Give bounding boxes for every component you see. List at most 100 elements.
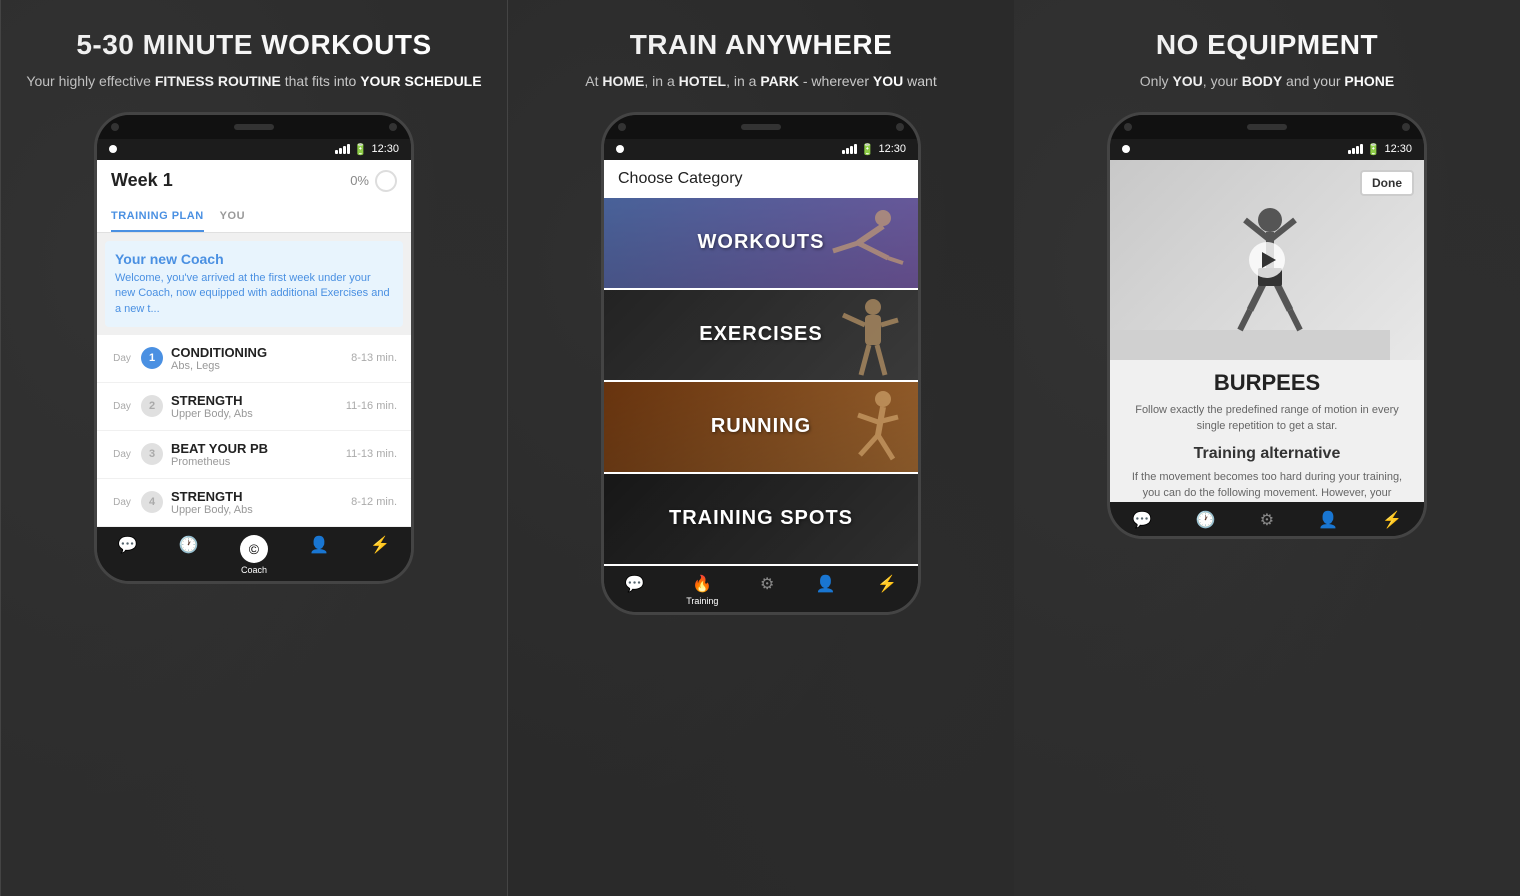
category-training-spots-label: TRAINING SPOTS <box>669 507 853 530</box>
category-exercises-label: EXERCISES <box>699 323 822 346</box>
workout-info-1: CONDITIONING Abs, Legs <box>171 345 343 372</box>
running-athlete-icon <box>838 387 908 472</box>
phone3-bottom-nav: 💬 🕐 ⚙ 👤 ⚡ <box>1110 502 1424 536</box>
nav2-lightning[interactable]: ⚡ <box>877 574 897 606</box>
phone-1: 🔋 12:30 Week 1 0% TRAINING PLAN YOU Your… <box>94 112 414 584</box>
chat-icon-3: 💬 <box>1132 510 1152 530</box>
choose-category-header: Choose Category <box>604 160 918 198</box>
phone3-top <box>1110 115 1424 139</box>
status-dot <box>109 145 117 153</box>
exercise-name: BURPEES <box>1110 360 1424 402</box>
nav-training-label: Training <box>686 596 718 606</box>
play-triangle-icon <box>1262 252 1276 268</box>
nav2-profile[interactable]: 👤 <box>816 574 836 606</box>
profile-icon: 👤 <box>309 535 329 555</box>
day-label-4: Day <box>111 497 133 508</box>
progress-text: 0% <box>350 173 369 188</box>
workouts-athlete-icon <box>828 203 908 288</box>
panel1-subtitle: Your highly effective FITNESS ROUTINE th… <box>26 71 481 92</box>
workout-name-2: STRENGTH <box>171 393 338 408</box>
sensor-3 <box>1402 123 1410 131</box>
panel2-subtitle: At HOME, in a HOTEL, in a PARK - whereve… <box>585 71 936 92</box>
status-right-2: 🔋 12:30 <box>842 143 906 156</box>
speaker-3 <box>1247 124 1287 130</box>
category-exercises[interactable]: EXERCISES <box>604 290 918 380</box>
camera-icon-3 <box>1124 123 1132 131</box>
nav3-lightning[interactable]: ⚡ <box>1382 510 1402 530</box>
phone3-screen: Done BURPEES Follow exactly the predefin… <box>1110 160 1424 502</box>
done-button[interactable]: Done <box>1360 170 1414 196</box>
workout-type-1: Abs, Legs <box>171 360 343 372</box>
nav2-training[interactable]: 🔥 Training <box>686 574 718 606</box>
time-display-2: 12:30 <box>878 143 906 155</box>
chat-icon-2: 💬 <box>625 574 645 594</box>
panel-train-anywhere: TRAIN ANYWHERE At HOME, in a HOTEL, in a… <box>508 0 1014 896</box>
nav3-history[interactable]: 🕐 <box>1196 510 1216 530</box>
battery-icon: 🔋 <box>354 143 368 156</box>
nav2-settings[interactable]: ⚙ <box>760 574 774 606</box>
day-label-2: Day <box>111 401 133 412</box>
category-running[interactable]: RUNNING <box>604 382 918 472</box>
time-display: 12:30 <box>371 143 399 155</box>
workout-item-2[interactable]: Day 2 STRENGTH Upper Body, Abs 11-16 min… <box>97 383 411 431</box>
workout-name-1: CONDITIONING <box>171 345 343 360</box>
nav-lightning[interactable]: ⚡ <box>370 535 390 575</box>
category-workouts[interactable]: WORKOUTS <box>604 198 918 288</box>
phone1-bottom-nav: 💬 🕐 © Coach 👤 ⚡ <box>97 527 411 581</box>
workout-name-3: BEAT YOUR PB <box>171 441 338 456</box>
panel-workouts: 5-30 MINUTE WORKOUTS Your highly effecti… <box>0 0 508 896</box>
tab-you[interactable]: YOU <box>220 202 245 232</box>
phone-3: 🔋 12:30 <box>1107 112 1427 539</box>
panel-no-equipment: NO EQUIPMENT Only YOU, your BODY and you… <box>1014 0 1520 896</box>
lightning-icon: ⚡ <box>370 535 390 555</box>
nav2-chat[interactable]: 💬 <box>625 574 645 606</box>
phone1-status-bar: 🔋 12:30 <box>97 139 411 160</box>
phone3-status-bar: 🔋 12:30 <box>1110 139 1424 160</box>
nav3-chat[interactable]: 💬 <box>1132 510 1152 530</box>
phone1-header: Week 1 0% <box>97 160 411 202</box>
phone2-screen: Choose Category WORKOUTS <box>604 160 918 566</box>
category-workouts-label: WORKOUTS <box>698 231 825 254</box>
workout-info-4: STRENGTH Upper Body, Abs <box>171 489 343 516</box>
status-dot-2 <box>616 145 624 153</box>
workout-duration-1: 8-13 min. <box>351 352 397 364</box>
nav3-settings[interactable]: ⚙ <box>1260 510 1274 530</box>
workout-type-4: Upper Body, Abs <box>171 504 343 516</box>
week-title: Week 1 <box>111 170 173 191</box>
workout-list: Day 1 CONDITIONING Abs, Legs 8-13 min. D… <box>97 335 411 527</box>
nav-history[interactable]: 🕐 <box>179 535 199 575</box>
day-label-3: Day <box>111 449 133 460</box>
play-button[interactable] <box>1249 242 1285 278</box>
history-icon-3: 🕐 <box>1196 510 1216 530</box>
panel3-title: NO EQUIPMENT <box>1156 30 1378 61</box>
exercise-desc: Follow exactly the predefined range of m… <box>1110 402 1424 435</box>
nav-coach[interactable]: © Coach <box>240 535 268 575</box>
nav-profile[interactable]: 👤 <box>309 535 329 575</box>
progress-indicator: 0% <box>350 170 397 192</box>
phone2-bottom-nav: 💬 🔥 Training ⚙ 👤 ⚡ <box>604 566 918 612</box>
exercise-video[interactable]: Done <box>1110 160 1424 360</box>
workout-item-4[interactable]: Day 4 STRENGTH Upper Body, Abs 8-12 min. <box>97 479 411 527</box>
day-number-1: 1 <box>141 347 163 369</box>
chat-icon: 💬 <box>118 535 138 555</box>
camera-icon <box>111 123 119 131</box>
camera-icon-2 <box>618 123 626 131</box>
profile-icon-3: 👤 <box>1318 510 1338 530</box>
workout-item-1[interactable]: Day 1 CONDITIONING Abs, Legs 8-13 min. <box>97 335 411 383</box>
category-training-spots[interactable]: TRAINING SPOTS <box>604 474 918 564</box>
workout-info-3: BEAT YOUR PB Prometheus <box>171 441 338 468</box>
coach-card[interactable]: Your new Coach Welcome, you've arrived a… <box>105 241 403 327</box>
workout-item-3[interactable]: Day 3 BEAT YOUR PB Prometheus 11-13 min. <box>97 431 411 479</box>
phone1-top <box>97 115 411 139</box>
coach-card-text: Welcome, you've arrived at the first wee… <box>115 271 393 317</box>
panel1-title: 5-30 MINUTE WORKOUTS <box>76 30 431 61</box>
tab-training-plan[interactable]: TRAINING PLAN <box>111 202 204 232</box>
nav3-profile[interactable]: 👤 <box>1318 510 1338 530</box>
history-icon: 🕐 <box>179 535 199 555</box>
training-icon: 🔥 <box>692 574 712 594</box>
nav-chat[interactable]: 💬 <box>118 535 138 575</box>
category-list: WORKOUTS EXERCISES <box>604 198 918 566</box>
status-right-3: 🔋 12:30 <box>1348 143 1412 156</box>
phone1-screen: Week 1 0% TRAINING PLAN YOU Your new Coa… <box>97 160 411 527</box>
lightning-icon-2: ⚡ <box>877 574 897 594</box>
